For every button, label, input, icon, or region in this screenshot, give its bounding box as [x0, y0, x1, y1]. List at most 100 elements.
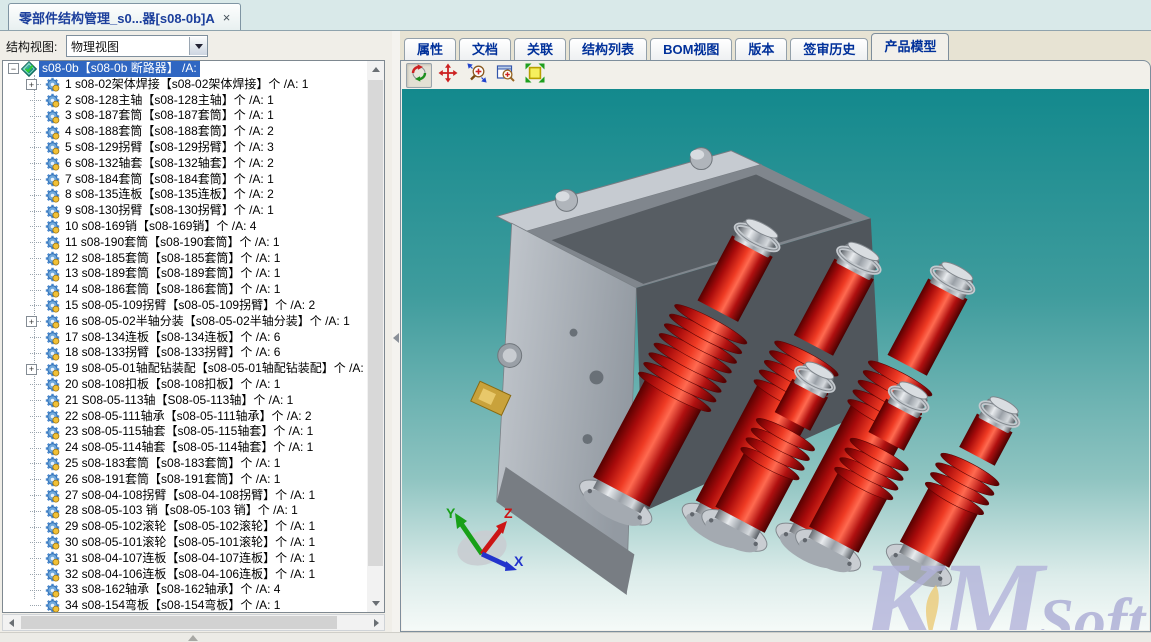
view-selector[interactable]: 物理视图 [66, 35, 208, 57]
panel-splitter[interactable] [392, 31, 400, 642]
vertical-scroll-thumb[interactable] [368, 80, 383, 566]
collapse-toggle[interactable]: − [8, 63, 19, 74]
tree-item-label: 1 s08-02架体焊接【s08-02架体焊接】个 /A: 1 [62, 77, 311, 93]
tree-item[interactable]: 28 s08-05-103 销【s08-05-103 销】个 /A: 1 [3, 503, 369, 519]
tree-item-label: 26 s08-191套筒【s08-191套筒】个 /A: 1 [62, 472, 283, 488]
tree-connector [30, 179, 41, 180]
zoom-button[interactable] [464, 63, 490, 88]
tree-item[interactable]: 22 s08-05-111轴承【s08-05-111轴承】个 /A: 2 [3, 409, 369, 425]
tree-item-label: 31 s08-04-107连板【s08-04-107连板】个 /A: 1 [62, 551, 318, 567]
tree-item[interactable]: 13 s08-189套筒【s08-189套筒】个 /A: 1 [3, 266, 369, 282]
zoom-window-button[interactable] [493, 63, 519, 88]
tree-item-label: 23 s08-05-115轴套【s08-05-115轴套】个 /A: 1 [62, 424, 316, 440]
tree-item[interactable]: + 1 s08-02架体焊接【s08-02架体焊接】个 /A: 1 [3, 77, 369, 93]
tree-item[interactable]: 5 s08-129拐臂【s08-129拐臂】个 /A: 3 [3, 140, 369, 156]
vertical-scrollbar[interactable] [367, 61, 384, 612]
app-window: 零部件结构管理_s0...器[s08-0b]A × 结构视图: 物理视图 − s… [0, 0, 1151, 642]
tree-item[interactable]: 29 s08-05-102滚轮【s08-05-102滚轮】个 /A: 1 [3, 519, 369, 535]
tab-7[interactable]: 产品模型 [871, 33, 949, 60]
tree-connector [30, 416, 41, 417]
tree-item[interactable]: 20 s08-108扣板【s08-108扣板】个 /A: 1 [3, 377, 369, 393]
tree-item[interactable]: 4 s08-188套筒【s08-188套筒】个 /A: 2 [3, 124, 369, 140]
tree-item[interactable]: 23 s08-05-115轴套【s08-05-115轴套】个 /A: 1 [3, 424, 369, 440]
tree-item[interactable]: 15 s08-05-109拐臂【s08-05-109拐臂】个 /A: 2 [3, 298, 369, 314]
tree-item[interactable]: 2 s08-128主轴【s08-128主轴】个 /A: 1 [3, 93, 369, 109]
tree-item[interactable]: 21 S08-05-113轴【S08-05-113轴】个 /A: 1 [3, 393, 369, 409]
svg-text:X: X [514, 553, 524, 569]
tree-connector [30, 432, 41, 433]
tree-item[interactable]: 24 s08-05-114轴套【s08-05-114轴套】个 /A: 1 [3, 440, 369, 456]
tree-root-item[interactable]: − s08-0b【s08-0b 断路器】 /A: [3, 61, 369, 77]
tree-item[interactable]: + 16 s08-05-02半轴分装【s08-05-02半轴分装】个 /A: 1 [3, 314, 369, 330]
tree-item[interactable]: 26 s08-191套筒【s08-191套筒】个 /A: 1 [3, 472, 369, 488]
expand-toggle[interactable]: + [26, 79, 37, 90]
tab-1[interactable]: 文档 [459, 38, 511, 60]
collapse-left-icon[interactable] [393, 333, 399, 343]
tree-item[interactable]: 9 s08-130拐臂【s08-130拐臂】个 /A: 1 [3, 203, 369, 219]
tab-4[interactable]: BOM视图 [650, 38, 732, 60]
tree-item-label: 32 s08-04-106连板【s08-04-106连板】个 /A: 1 [62, 567, 318, 583]
expand-toggle[interactable]: + [26, 316, 37, 327]
pan-button[interactable] [435, 63, 461, 88]
tree-item[interactable]: 7 s08-184套筒【s08-184套筒】个 /A: 1 [3, 172, 369, 188]
tree-item-label: 3 s08-187套筒【s08-187套筒】个 /A: 1 [62, 108, 277, 124]
scroll-down-button[interactable] [367, 595, 384, 612]
tab-0[interactable]: 属性 [404, 38, 456, 60]
part-icon [45, 314, 60, 329]
kmsoft-watermark: K M Soft [861, 560, 1145, 631]
scroll-up-button[interactable] [367, 61, 384, 78]
tree-item[interactable]: 12 s08-185套筒【s08-185套筒】个 /A: 1 [3, 251, 369, 267]
close-icon[interactable]: × [223, 11, 231, 24]
tree-item[interactable]: 17 s08-134连板【s08-134连板】个 /A: 6 [3, 330, 369, 346]
scroll-right-button[interactable] [368, 615, 384, 630]
part-icon [45, 346, 60, 361]
tree-item[interactable]: 10 s08-169销【s08-169销】个 /A: 4 [3, 219, 369, 235]
tree-item[interactable]: 34 s08-154弯板【s08-154弯板】个 /A: 1 [3, 598, 369, 613]
combo-dropdown-button[interactable] [189, 37, 207, 55]
tab-2[interactable]: 关联 [514, 38, 566, 60]
document-tab[interactable]: 零部件结构管理_s0...器[s08-0b]A × [8, 3, 241, 30]
tree-item[interactable]: 18 s08-133拐臂【s08-133拐臂】个 /A: 6 [3, 345, 369, 361]
scroll-left-button[interactable] [3, 615, 19, 630]
tree-item[interactable]: 27 s08-04-108拐臂【s08-04-108拐臂】个 /A: 1 [3, 488, 369, 504]
fit-view-button[interactable] [522, 63, 548, 88]
tree-item[interactable]: 33 s08-162轴承【s08-162轴承】个 /A: 4 [3, 582, 369, 598]
tree-item[interactable]: + 19 s08-05-01轴配钻装配【s08-05-01轴配钻装配】个 /A:… [3, 361, 369, 377]
model-viewport[interactable]: Y Z X K M Soft [402, 89, 1149, 630]
tree-item[interactable]: 31 s08-04-107连板【s08-04-107连板】个 /A: 1 [3, 551, 369, 567]
rotate-icon [409, 63, 429, 88]
tree-connector [30, 337, 41, 338]
part-icon [45, 488, 60, 503]
tree-connector [30, 542, 41, 543]
splitter-handle-icon[interactable] [188, 635, 198, 641]
tree-connector [30, 258, 41, 259]
part-icon [45, 109, 60, 124]
tree-item[interactable]: 25 s08-183套筒【s08-183套筒】个 /A: 1 [3, 456, 369, 472]
rotate-button[interactable] [406, 63, 432, 88]
viewer-toolbar [403, 63, 548, 88]
tab-5[interactable]: 版本 [735, 38, 787, 60]
part-icon [45, 441, 60, 456]
tree-connector [30, 290, 41, 291]
tree-item[interactable]: 6 s08-132轴套【s08-132轴套】个 /A: 2 [3, 156, 369, 172]
tree-item[interactable]: 30 s08-05-101滚轮【s08-05-101滚轮】个 /A: 1 [3, 535, 369, 551]
horizontal-scroll-thumb[interactable] [21, 616, 337, 629]
expand-toggle[interactable]: + [26, 364, 37, 375]
tab-3[interactable]: 结构列表 [569, 38, 647, 60]
tree-connector [30, 274, 41, 275]
tree-item-label: 29 s08-05-102滚轮【s08-05-102滚轮】个 /A: 1 [62, 519, 318, 535]
horizontal-scrollbar[interactable] [2, 614, 385, 631]
part-icon [45, 393, 60, 408]
tree-connector [30, 305, 41, 306]
part-icon [45, 219, 60, 234]
structure-tree[interactable]: − s08-0b【s08-0b 断路器】 /A:+ 1 s08-02架体焊接【s… [2, 60, 385, 613]
tree-item[interactable]: 32 s08-04-106连板【s08-04-106连板】个 /A: 1 [3, 567, 369, 583]
tree-item[interactable]: 11 s08-190套筒【s08-190套筒】个 /A: 1 [3, 235, 369, 251]
watermark-m: M [939, 560, 1036, 631]
tree-item[interactable]: 8 s08-135连板【s08-135连板】个 /A: 2 [3, 187, 369, 203]
tree-item[interactable]: 14 s08-186套筒【s08-186套筒】个 /A: 1 [3, 282, 369, 298]
tree-item-label: 17 s08-134连板【s08-134连板】个 /A: 6 [62, 330, 283, 346]
tree-item[interactable]: 3 s08-187套筒【s08-187套筒】个 /A: 1 [3, 108, 369, 124]
tree-item-label: 9 s08-130拐臂【s08-130拐臂】个 /A: 1 [62, 203, 277, 219]
tab-6[interactable]: 签审历史 [790, 38, 868, 60]
